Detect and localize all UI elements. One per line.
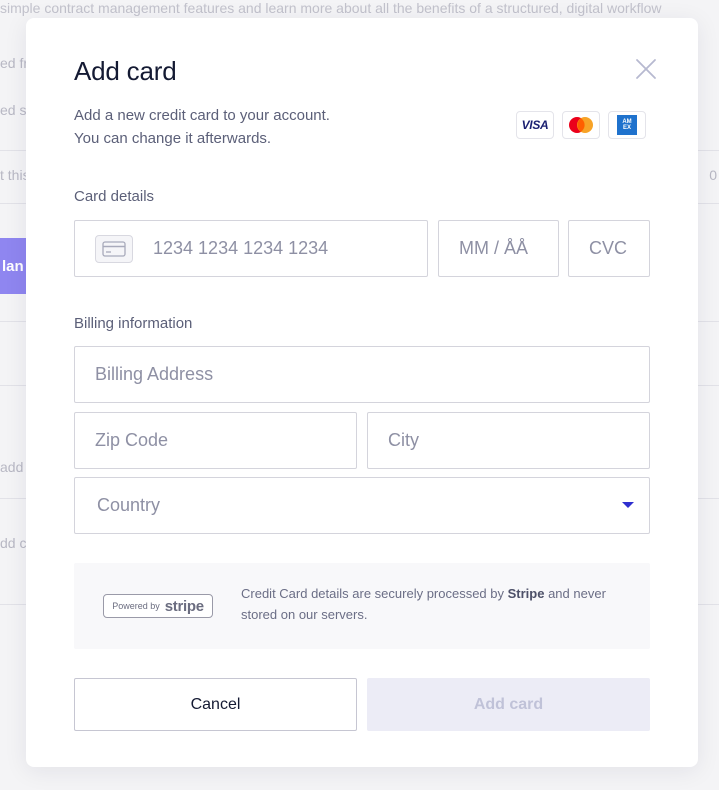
amex-logo: AM EX: [608, 111, 646, 139]
add-card-modal: Add card Add a new credit card to your a…: [26, 18, 698, 767]
billing-address-input[interactable]: [95, 347, 649, 402]
cvc-field[interactable]: [568, 220, 650, 277]
country-select[interactable]: Country: [74, 477, 650, 534]
card-number-field[interactable]: [74, 220, 428, 277]
card-details-label: Card details: [74, 188, 155, 205]
credit-card-icon: [95, 234, 133, 263]
card-number-input[interactable]: [153, 221, 427, 276]
expiry-input[interactable]: [459, 221, 558, 276]
credit-card-glyph: [102, 240, 126, 257]
mastercard-icon: [569, 117, 593, 133]
background-fragment: dd c: [0, 535, 27, 551]
close-icon: [636, 59, 656, 79]
subtitle-line: You can change it afterwards.: [74, 130, 272, 147]
stripe-security-note: Credit Card details are securely process…: [241, 583, 621, 625]
country-select-value: Country: [97, 495, 161, 515]
mastercard-logo: [562, 111, 600, 139]
billing-address-field[interactable]: [74, 346, 650, 403]
zip-code-input[interactable]: [95, 413, 356, 468]
modal-title: Add card: [74, 56, 177, 86]
billing-information-label: Billing information: [74, 315, 193, 332]
amex-wordmark-bottom: EX: [622, 125, 631, 131]
powered-by-text: Powered by: [112, 601, 160, 611]
amex-wordmark: AM EX: [622, 119, 631, 131]
stripe-note-text: Credit Card details are securely process…: [241, 586, 508, 601]
background-plan-label: lan: [2, 257, 24, 275]
city-field[interactable]: [367, 412, 650, 469]
zip-code-field[interactable]: [74, 412, 357, 469]
background-fragment: add: [0, 459, 24, 475]
stripe-notice: Powered by stripe Credit Card details ar…: [74, 563, 650, 649]
visa-logo: VISA: [516, 111, 554, 139]
background-intro-text: simple contract management features and …: [0, 0, 662, 16]
stripe-note-brand: Stripe: [507, 586, 545, 601]
stripe-logo: stripe: [164, 597, 204, 615]
subtitle-line: Add a new credit card to your account.: [74, 107, 330, 124]
city-input[interactable]: [388, 413, 649, 468]
visa-wordmark: VISA: [521, 118, 549, 132]
chevron-down-icon: [622, 502, 634, 508]
accepted-card-brands: VISA AM EX: [516, 111, 646, 139]
modal-subtitle: Add a new credit card to your account. Y…: [74, 104, 330, 150]
powered-by-stripe-badge[interactable]: Powered by stripe: [103, 594, 213, 618]
background-right-fragment: 0: [709, 167, 717, 183]
add-card-button[interactable]: Add card: [367, 678, 650, 731]
expiry-field[interactable]: [438, 220, 559, 277]
background-fragment: ed fr: [0, 55, 29, 71]
amex-icon: AM EX: [617, 115, 637, 135]
close-button[interactable]: [632, 55, 660, 83]
cvc-input[interactable]: [589, 221, 649, 276]
cancel-button[interactable]: Cancel: [74, 678, 357, 731]
